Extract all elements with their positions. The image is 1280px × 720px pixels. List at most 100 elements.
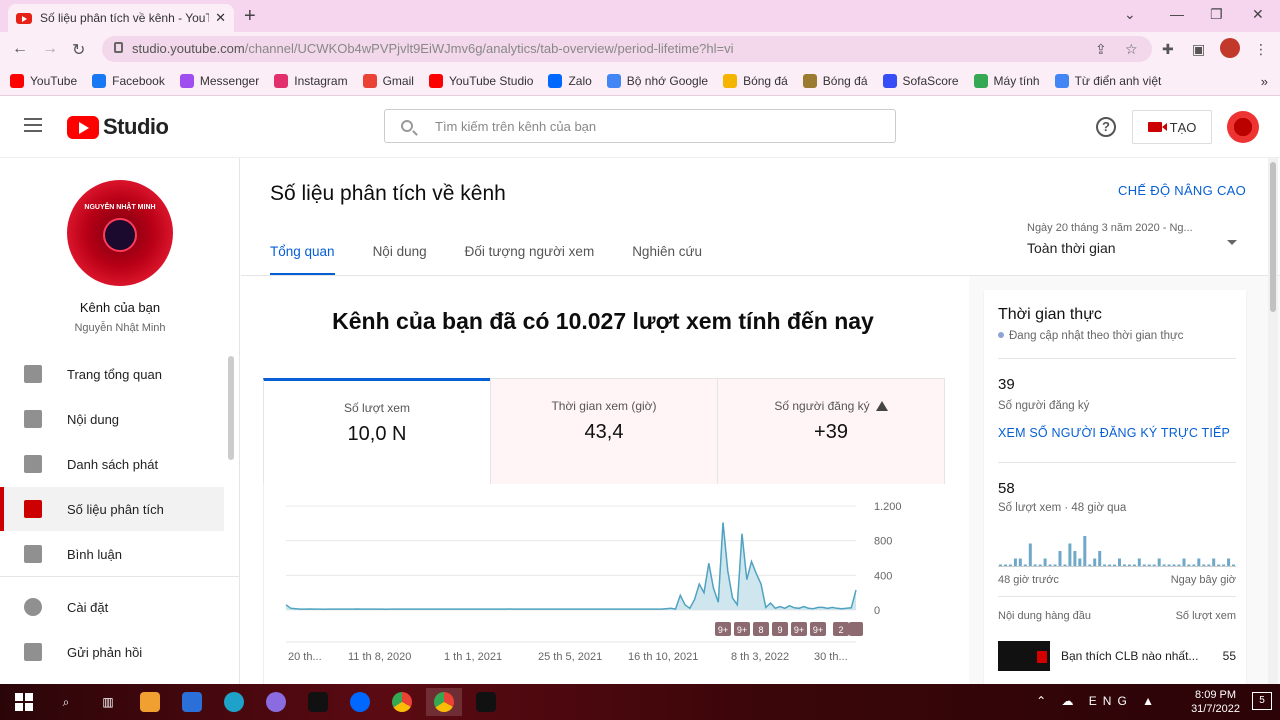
new-tab-button[interactable]: + (244, 5, 256, 28)
capcut-icon[interactable] (300, 688, 336, 716)
bookmark-favicon-icon (274, 73, 289, 88)
clock[interactable]: 8:09 PM 31/7/2022 (1191, 688, 1240, 716)
annotation-badge-label: 9+ (718, 625, 728, 635)
date-range-picker[interactable]: Ngày 20 tháng 3 năm 2020 - Ng... Toàn th… (1027, 222, 1237, 256)
bookmark-star-icon[interactable]: ☆ (1125, 41, 1138, 58)
store-icon[interactable] (132, 688, 168, 716)
url-field[interactable]: studio.youtube.com/channel/UCWKOb4wPVPjv… (102, 36, 1152, 62)
bookmark-item[interactable]: Gmail (362, 73, 414, 88)
tab-search-icon[interactable]: ⌄ (1124, 6, 1136, 23)
create-button[interactable]: TẠO (1132, 110, 1212, 144)
bookmark-label: YouTube (30, 73, 78, 88)
realtime-bar (1083, 536, 1087, 566)
sidebar-item-dashboard[interactable]: Trang tổng quan (0, 352, 224, 396)
start-button[interactable] (6, 688, 42, 716)
bookmark-item[interactable]: Máy tính (973, 73, 1040, 88)
metric-card-watch-time[interactable]: Thời gian xem (giờ) 43,4 (490, 378, 717, 484)
bookmarks-more-icon[interactable]: » (1261, 74, 1268, 89)
sidebar-item-analytics[interactable]: Số liệu phân tích (0, 487, 224, 531)
app-3-icon-shape (182, 692, 202, 712)
account-avatar[interactable] (1227, 111, 1259, 143)
tab-overview[interactable]: Tổng quan (270, 244, 335, 276)
x-tick-label: 25 th 5, 2021 (538, 651, 602, 663)
realtime-bar (1222, 564, 1226, 566)
bookmark-favicon-icon (428, 73, 443, 88)
chrome-icon[interactable] (384, 688, 420, 716)
bookmarks-bar: YouTube Facebook Messenger Instagram Gmail Yo… (0, 66, 1280, 96)
annotation-icon (849, 622, 863, 636)
app-violet-icon[interactable] (258, 688, 294, 716)
live-subscribers-link[interactable]: XEM SỐ NGƯỜI ĐĂNG KÝ TRỰC TIẾP (998, 426, 1230, 440)
capcut-2-icon[interactable] (468, 688, 504, 716)
bookmark-item[interactable]: YouTube (10, 73, 78, 88)
advanced-mode-link[interactable]: CHẾ ĐỘ NÂNG CAO (1118, 183, 1246, 198)
bookmark-label: Zalo (568, 73, 592, 88)
series-area (286, 522, 856, 610)
realtime-bar (1098, 551, 1102, 566)
chrome-active-icon[interactable] (426, 688, 462, 716)
x-tick-label: 8 th 3, 2022 (731, 651, 789, 663)
restore-icon[interactable]: ❐ (1210, 6, 1223, 23)
y-tick-label: 800 (874, 536, 892, 548)
task-view-icon[interactable]: ▥ (90, 688, 126, 716)
back-arrow-icon[interactable]: ← (12, 40, 28, 58)
hamburger-menu-icon[interactable] (24, 118, 42, 136)
tab-audience[interactable]: Đối tượng người xem (465, 244, 595, 276)
realtime-bar (1202, 564, 1206, 566)
edge-icon[interactable] (216, 688, 252, 716)
channel-avatar[interactable]: NGUYỄN NHẬT MINH (67, 180, 173, 286)
y-tick-label: 400 (874, 570, 892, 582)
realtime-bar (1152, 564, 1156, 566)
bookmark-item[interactable]: Zalo (548, 73, 592, 88)
bookmark-item[interactable]: Bóng đá (802, 73, 868, 88)
sidebar-item-settings[interactable]: Cài đặt (0, 585, 224, 629)
sidebar-item-comments[interactable]: Bình luận (0, 532, 224, 576)
bookmark-item[interactable]: Messenger (179, 73, 259, 88)
help-icon[interactable]: ? (1096, 117, 1116, 137)
metric-card-subscribers[interactable]: Số người đăng ký +39 (717, 378, 944, 484)
bookmark-item[interactable]: YouTube Studio (428, 73, 533, 88)
search-input[interactable]: Tìm kiếm trên kênh của bạn (384, 109, 896, 143)
reload-icon[interactable]: ↻ (72, 40, 85, 60)
share-icon[interactable]: ⇪ (1095, 41, 1107, 58)
sidebar-item-content[interactable]: Nội dung (0, 397, 224, 441)
search-taskbar-icon[interactable]: ⌕ (48, 688, 84, 716)
notifications-icon[interactable]: 5 (1252, 692, 1272, 710)
x-tick-label: 16 th 10, 2021 (628, 651, 698, 663)
zalo-icon[interactable] (342, 688, 378, 716)
bookmark-item[interactable]: Facebook (92, 73, 165, 88)
extensions-icon[interactable]: ✚ (1162, 41, 1174, 58)
sidebar-item-feedback[interactable]: Gửi phản hồi (0, 630, 224, 674)
forward-arrow-icon[interactable]: → (42, 40, 58, 58)
warning-icon[interactable] (875, 401, 888, 411)
menu-dots-icon[interactable]: ⋮ (1254, 41, 1268, 58)
sidebar-item-playlists[interactable]: Danh sách phát (0, 442, 224, 486)
realtime-bar (1008, 564, 1012, 566)
browser-tab[interactable]: Số liệu phân tích về kênh - YouTube Stud… (8, 4, 234, 32)
page-scrollbar[interactable] (1268, 158, 1278, 684)
sidebar-scrollbar[interactable] (228, 356, 234, 460)
minimize-icon[interactable]: — (1170, 6, 1184, 22)
channel-avatar-text: NGUYỄN NHẬT MINH (84, 204, 156, 211)
bookmark-item[interactable]: Instagram (274, 73, 348, 88)
system-tray-icons[interactable]: ⌃ ☁ ENG ▲ (1036, 694, 1160, 708)
close-window-icon[interactable]: ✕ (1252, 6, 1264, 23)
bookmark-item[interactable]: SofaScore (882, 73, 959, 88)
side-panel-icon[interactable]: ▣ (1192, 41, 1205, 58)
x-tick-label: 30 th... (814, 651, 848, 663)
series-line (285, 522, 857, 611)
sidebar-item-label: Nội dung (67, 411, 120, 427)
metric-card-views[interactable]: Số lượt xem 10,0 N (263, 378, 490, 484)
profile-avatar-icon[interactable] (1220, 38, 1240, 58)
bookmark-item[interactable]: Bóng đá (723, 73, 788, 88)
tab-research[interactable]: Nghiên cứu (632, 244, 702, 276)
top-video-row[interactable]: Bạn thích CLB nào nhất... 55 (998, 640, 1236, 672)
realtime-bar (1177, 564, 1181, 566)
bookmark-item[interactable]: Bộ nhớ Google (606, 73, 708, 88)
app-3-icon[interactable] (174, 688, 210, 716)
studio-logo[interactable]: Studio (67, 114, 169, 140)
tab-content[interactable]: Nội dung (373, 244, 427, 276)
realtime-bar (1033, 564, 1037, 566)
close-tab-icon[interactable]: ✕ (215, 10, 226, 26)
bookmark-item[interactable]: Từ điển anh việt (1054, 73, 1161, 88)
